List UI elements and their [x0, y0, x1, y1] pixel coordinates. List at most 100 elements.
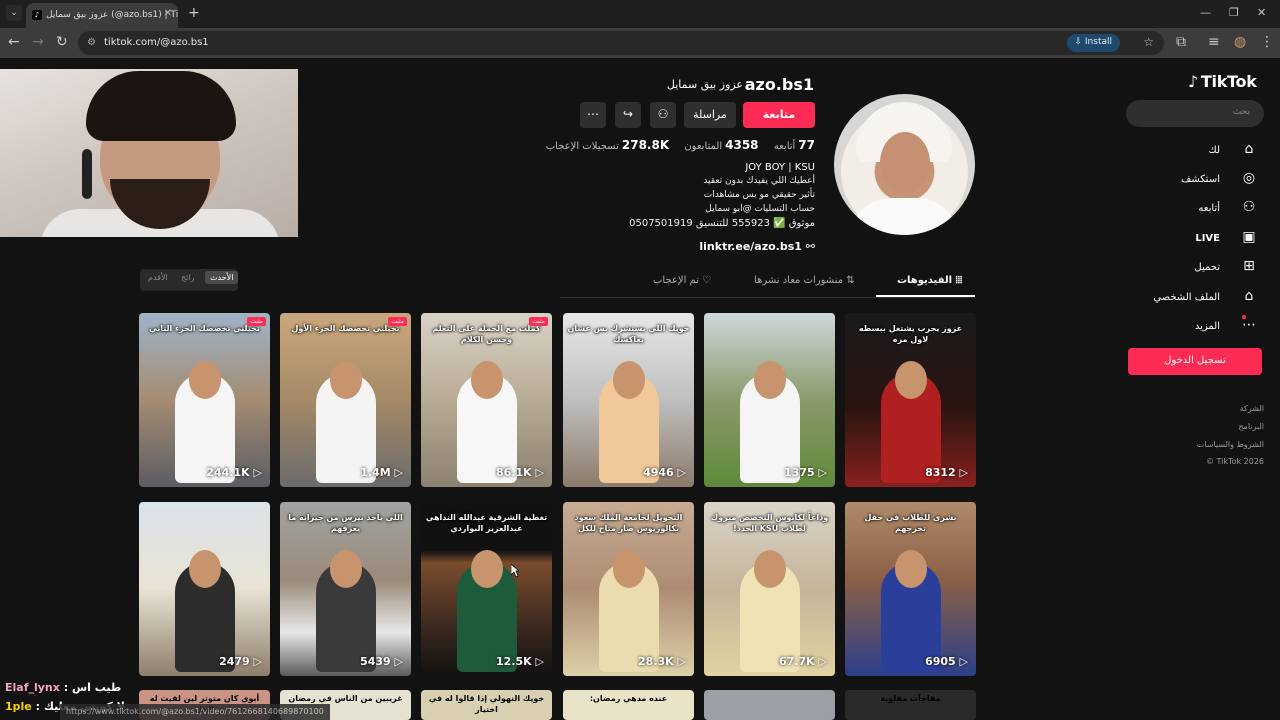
tab-search-icon[interactable]: ⌄ [6, 5, 22, 21]
tiktok-note-icon: ♪ [1188, 72, 1198, 91]
avatar-thobe [850, 198, 958, 235]
url-text: tiktok.com/@azo.bs1 [104, 37, 209, 48]
tiktok-logo[interactable]: ♪ TikTok [1188, 72, 1257, 91]
footer-link-terms[interactable]: الشروط والسياسات [1197, 440, 1264, 449]
reload-icon[interactable]: ↻ [56, 34, 68, 50]
video-thumbnail-head [613, 550, 645, 588]
window-close-icon[interactable]: ✕ [1257, 6, 1266, 19]
video-caption: اللي ياخذ بيرس من جيرانه ما يعرفهم [288, 513, 403, 533]
video-card[interactable] [704, 690, 835, 720]
video-card[interactable]: تخيلني تخصصك الجزء الثاني مثبت 244.1K ▷ [139, 313, 270, 487]
play-icon: ▷ [249, 466, 262, 479]
video-caption: بشرى للطلاب في حفل تخرجهم [864, 513, 957, 533]
video-card[interactable]: بشرى للطلاب في حفل تخرجهم 6905 ▷ [845, 502, 976, 676]
upload-icon: ⊞ [1243, 258, 1255, 274]
sort-latest[interactable]: الأحدث [205, 271, 239, 284]
message-button[interactable]: مراسلة [684, 102, 736, 128]
play-icon: ▷ [673, 466, 686, 479]
follow-button[interactable]: متابعة [743, 102, 815, 128]
sidebar-item-label: لك [1208, 145, 1220, 156]
play-icon: ▷ [814, 466, 827, 479]
video-card[interactable]: خويك اللي يستشرك بس عشان يعاكسك 4946 ▷ [563, 313, 694, 487]
browser-tab[interactable]: ♪ عزوز بيق سمايل (@azo.bs1) | Tik ✕ [26, 3, 178, 28]
video-card[interactable]: تغطية الشرقية عبدالله النداهي عبدالعزيز … [421, 502, 552, 676]
video-card[interactable]: وداعاً لكابوس التخصص مبروك لطلاب KSU الج… [704, 502, 835, 676]
media-control-icon[interactable]: ≡ [1208, 34, 1220, 50]
maximize-icon[interactable]: ❐ [1229, 6, 1239, 19]
webcam-overlay [0, 69, 298, 237]
video-thumbnail-head [895, 550, 927, 588]
video-card[interactable]: خويك النهولي إذا قالوا له في اختيار [421, 690, 552, 720]
video-card[interactable]: اللي ياخذ بيرس من جيرانه ما يعرفهم 5439 ▷ [280, 502, 411, 676]
sidebar-item-profile[interactable]: ⌂ الملف الشخصي [1118, 288, 1258, 310]
following-icon: ⚇ [1242, 199, 1256, 215]
sort-toggle: الأحدث رائج الأقدم [140, 269, 239, 291]
add-friend-icon[interactable]: ⚇ [650, 102, 676, 128]
video-card[interactable]: تخيلني تخصصك الجزء الأول مثبت 1.4M ▷ [280, 313, 411, 487]
notification-dot [1242, 315, 1246, 319]
sort-oldest[interactable]: الأقدم [148, 273, 168, 282]
install-button[interactable]: ⇩ Install [1066, 34, 1120, 52]
play-icon: ▷ [249, 655, 262, 668]
video-view-count: 86.1K ▷ [496, 466, 544, 479]
tab-videos[interactable]: الفيديوهات ⦙⦙⦙ [897, 275, 962, 286]
likes-count: 278.8K [621, 138, 670, 152]
video-card[interactable]: مفاجآت مقلوبة [845, 690, 976, 720]
video-card[interactable]: التحويل لجامعة الملك سعود بكالوريوس صار … [563, 502, 694, 676]
pinned-badge: مثبت [529, 317, 548, 326]
tab-label: تم الإعجاب [653, 275, 699, 286]
site-info-icon[interactable]: ⚙ [87, 37, 96, 48]
video-card[interactable]: 1375 ▷ [704, 313, 835, 487]
video-thumbnail-head [330, 550, 362, 588]
forward-icon[interactable]: → [32, 34, 44, 50]
view-count-value: 244.1K [206, 466, 250, 479]
sidebar-item-explore[interactable]: ◎ استكشف [1118, 170, 1258, 192]
video-card[interactable]: عزوز يجرب يشتغل ببسطه لاول مره 8312 ▷ [845, 313, 976, 487]
profile-avatar[interactable] [834, 94, 975, 235]
close-tab-icon[interactable]: ✕ [164, 8, 172, 19]
sidebar-item-label: استكشف [1181, 174, 1220, 185]
footer-link-program[interactable]: البرنامج [1238, 422, 1264, 431]
profile-avatar-icon[interactable]: ◍ [1234, 34, 1246, 50]
address-bar[interactable]: ⚙ tiktok.com/@azo.bs1 ⇩ Install ☆ [78, 31, 1164, 55]
chat-separator: : [31, 700, 44, 713]
sidebar-item-following[interactable]: ⚇ أتابعه [1118, 199, 1258, 221]
view-count-value: 2479 [219, 655, 250, 668]
bio-line: تأثير حقيقي مو بس مشاهدات [703, 190, 815, 200]
browser-menu-icon[interactable]: ⋮ [1260, 34, 1274, 50]
minimize-icon[interactable]: — [1200, 6, 1211, 19]
video-card[interactable]: عنده مدهي رمضان: [563, 690, 694, 720]
logo-text: TikTok [1200, 72, 1257, 91]
profile-link[interactable]: linktr.ee/azo.bs1 ⚯ [699, 240, 815, 253]
video-view-count: 244.1K ▷ [206, 466, 262, 479]
video-caption: كملت مع الحملة على التعلم وحسن الكلام [432, 324, 541, 344]
new-tab-icon[interactable]: + [188, 5, 200, 21]
bookmark-star-icon[interactable]: ☆ [1143, 35, 1154, 49]
search-input[interactable]: بحث [1126, 100, 1264, 127]
video-thumbnail-head [754, 550, 786, 588]
video-caption: التحويل لجامعة الملك سعود بكالوريوس صار … [574, 513, 683, 533]
sidebar-item-more[interactable]: ⋯ المزيد [1118, 315, 1258, 339]
sort-popular[interactable]: رائج [181, 273, 194, 282]
more-options-icon[interactable]: ⋯ [580, 102, 606, 128]
pinned-badge: مثبت [388, 317, 407, 326]
back-icon[interactable]: ← [8, 34, 20, 50]
active-tab-underline [876, 295, 975, 297]
video-thumbnail-head [613, 361, 645, 399]
tab-reposts[interactable]: منشورات معاد نشرها ⇅ [754, 275, 855, 286]
avatar-face [880, 132, 930, 194]
tab-liked[interactable]: تم الإعجاب ♡ [653, 275, 711, 286]
share-icon[interactable]: ↪ [615, 102, 641, 128]
video-card[interactable]: 2479 ▷ [139, 502, 270, 676]
install-label: Install [1084, 37, 1112, 47]
sidebar-item-label: الملف الشخصي [1153, 292, 1220, 303]
sidebar-item-live[interactable]: ▣ LIVE [1118, 229, 1258, 251]
sidebar-item-foryou[interactable]: ⌂ لك [1118, 141, 1258, 163]
tab-label: الفيديوهات [897, 275, 952, 286]
footer-link-company[interactable]: الشركة [1240, 404, 1264, 413]
bio-line: JOY BOY | KSU [745, 162, 815, 173]
login-button[interactable]: تسجيل الدخول [1128, 348, 1262, 375]
sidebar-item-upload[interactable]: ⊞ تحميل [1118, 258, 1258, 280]
extensions-icon[interactable]: ⧉ [1176, 34, 1186, 50]
video-card[interactable]: كملت مع الحملة على التعلم وحسن الكلام مثب… [421, 313, 552, 487]
